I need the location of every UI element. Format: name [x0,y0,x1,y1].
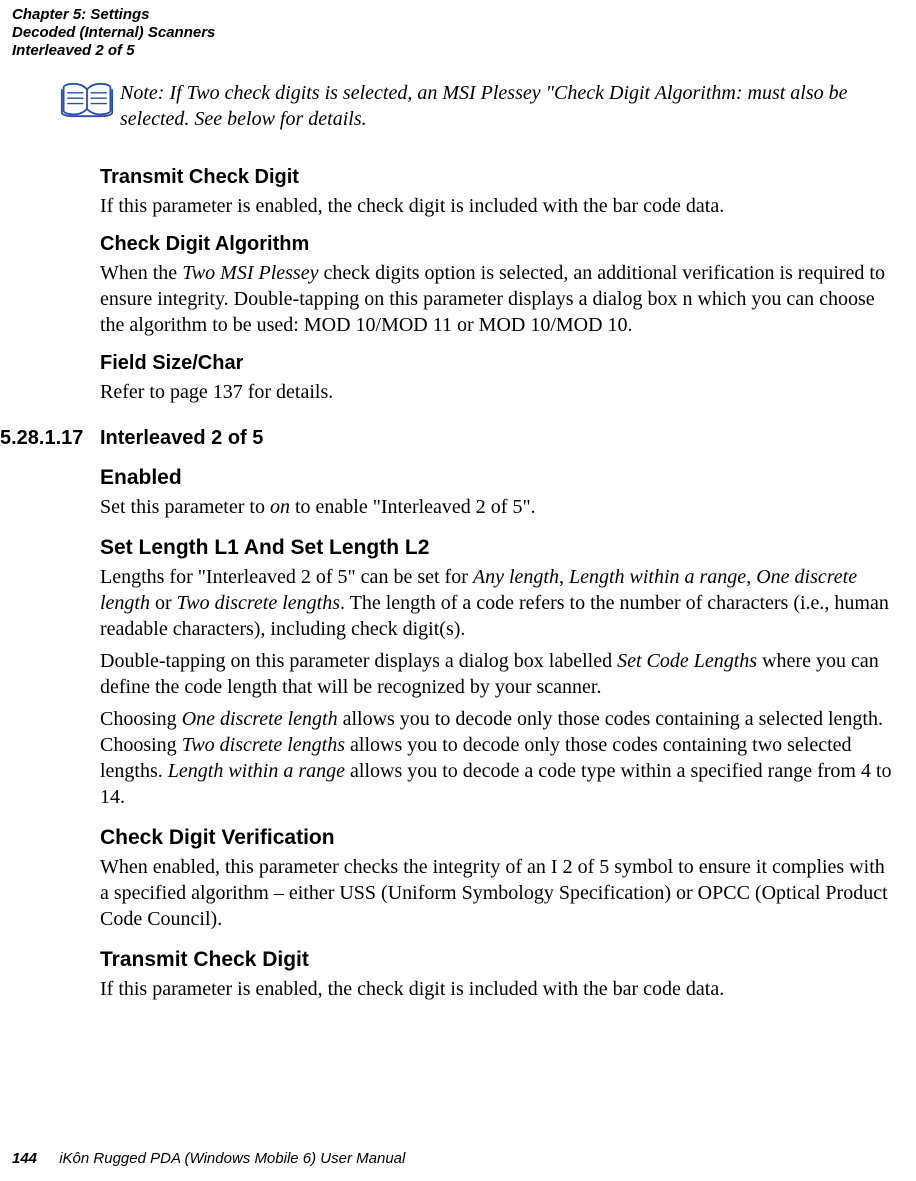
text: Set this parameter to [100,496,270,518]
em-any-length: Any length [473,566,559,588]
para-set-length-3: Choosing One discrete length allows you … [100,706,896,810]
text: Choosing [100,708,182,730]
para-transmit-check-digit-1: If this parameter is enabled, the check … [100,193,896,219]
em-length-within-range-1: Length within a range [569,566,746,588]
heading-check-digit-algorithm: Check Digit Algorithm [100,233,896,256]
note-label: Note: [120,82,164,104]
para-set-length-1: Lengths for "Interleaved 2 of 5" can be … [100,564,896,642]
text: Lengths for "Interleaved 2 of 5" can be … [100,566,473,588]
page-number: 144 [12,1150,37,1167]
heading-enabled: Enabled [100,466,896,490]
page: Chapter 5: Settings Decoded (Internal) S… [0,0,916,1181]
header-line-3: Interleaved 2 of 5 [12,42,215,60]
em-two-discrete-lengths-2: Two discrete lengths [182,734,345,756]
note-text: Note: If Two check digits is selected, a… [120,80,896,132]
section-title: Interleaved 2 of 5 [100,427,263,449]
book-icon [60,80,120,126]
text: or [150,592,177,614]
running-header: Chapter 5: Settings Decoded (Internal) S… [12,6,215,60]
para-transmit-check-digit-2: If this parameter is enabled, the check … [100,976,896,1002]
note-body: If Two check digits is selected, an MSI … [120,82,848,130]
section-number: 5.28.1.17 [0,427,83,450]
em-on: on [270,496,290,518]
footer-title: iKôn Rugged PDA (Windows Mobile 6) User … [59,1150,405,1167]
running-footer: 144 iKôn Rugged PDA (Windows Mobile 6) U… [12,1150,405,1167]
para-check-digit-algorithm: When the Two MSI Plessey check digits op… [100,260,896,338]
para-check-digit-verification: When enabled, this parameter checks the … [100,854,896,932]
heading-field-size-char: Field Size/Char [100,352,896,375]
content-area: Transmit Check Digit If this parameter i… [100,152,896,1008]
heading-check-digit-verification: Check Digit Verification [100,826,896,850]
text: When the [100,262,182,284]
text: , [746,566,756,588]
section-heading-row: 5.28.1.17 Interleaved 2 of 5 [100,427,896,450]
em-two-msi-plessey: Two MSI Plessey [182,262,318,284]
header-line-1: Chapter 5: Settings [12,6,215,24]
em-one-discrete-length-2: One discrete length [182,708,338,730]
text: Double-tapping on this parameter display… [100,650,617,672]
heading-transmit-check-digit-1: Transmit Check Digit [100,166,896,189]
em-set-code-lengths: Set Code Lengths [617,650,757,672]
para-field-size-char: Refer to page 137 for details. [100,379,896,405]
para-set-length-2: Double-tapping on this parameter display… [100,648,896,700]
header-line-2: Decoded (Internal) Scanners [12,24,215,42]
heading-transmit-check-digit-2: Transmit Check Digit [100,948,896,972]
text: , [559,566,569,588]
heading-set-length: Set Length L1 And Set Length L2 [100,536,896,560]
note-block: Note: If Two check digits is selected, a… [60,80,896,132]
para-enabled: Set this parameter to on to enable "Inte… [100,494,896,520]
em-two-discrete-lengths-1: Two discrete lengths [177,592,340,614]
text: to enable "Interleaved 2 of 5". [290,496,536,518]
em-length-within-range-2: Length within a range [168,760,345,782]
